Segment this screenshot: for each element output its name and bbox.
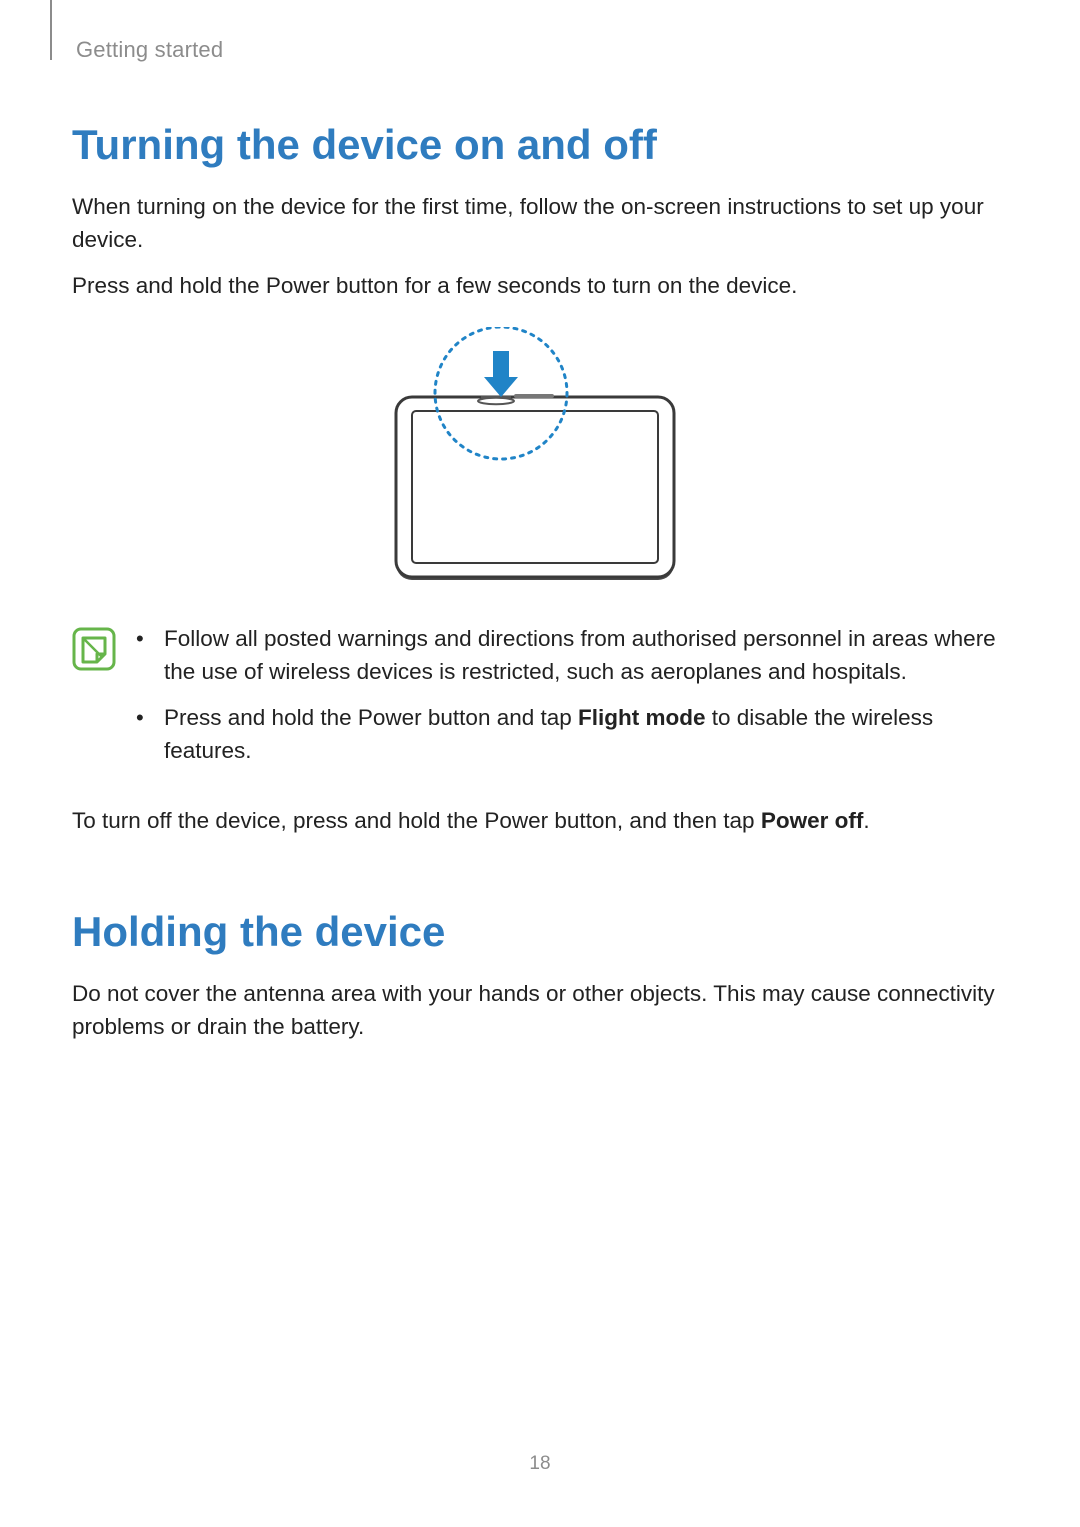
section-heading-holding-device: Holding the device	[72, 908, 1010, 956]
text-fragment: To turn off the device, press and hold t…	[72, 808, 761, 833]
text-fragment: .	[863, 808, 869, 833]
manual-page: Getting started Turning the device on an…	[0, 0, 1080, 1527]
side-rule	[50, 0, 52, 60]
note-text: Follow all posted warnings and direction…	[164, 623, 1010, 688]
list-item: • Press and hold the Power button and ta…	[136, 702, 1010, 767]
breadcrumb: Getting started	[76, 37, 1010, 63]
paragraph: To turn off the device, press and hold t…	[72, 805, 1010, 838]
arrow-down-icon	[484, 351, 518, 397]
bullet-icon: •	[136, 623, 154, 688]
paragraph: When turning on the device for the first…	[72, 191, 1010, 256]
bullet-icon: •	[136, 702, 154, 767]
tablet-outline-icon	[396, 394, 674, 580]
page-number: 18	[0, 1453, 1080, 1475]
paragraph: Press and hold the Power button for a fe…	[72, 270, 1010, 303]
text-fragment: Press and hold the Power button and tap	[164, 705, 578, 730]
note-list: • Follow all posted warnings and directi…	[136, 623, 1010, 782]
note-block: • Follow all posted warnings and directi…	[72, 623, 1010, 782]
device-power-illustration	[386, 327, 696, 587]
bold-flight-mode: Flight mode	[578, 705, 706, 730]
figure-power-button	[72, 327, 1010, 587]
note-text: Press and hold the Power button and tap …	[164, 702, 1010, 767]
section-heading-turning-on-off: Turning the device on and off	[72, 121, 1010, 169]
paragraph: Do not cover the antenna area with your …	[72, 978, 1010, 1043]
list-item: • Follow all posted warnings and directi…	[136, 623, 1010, 688]
bold-power-off: Power off	[761, 808, 864, 833]
note-icon	[72, 627, 122, 782]
